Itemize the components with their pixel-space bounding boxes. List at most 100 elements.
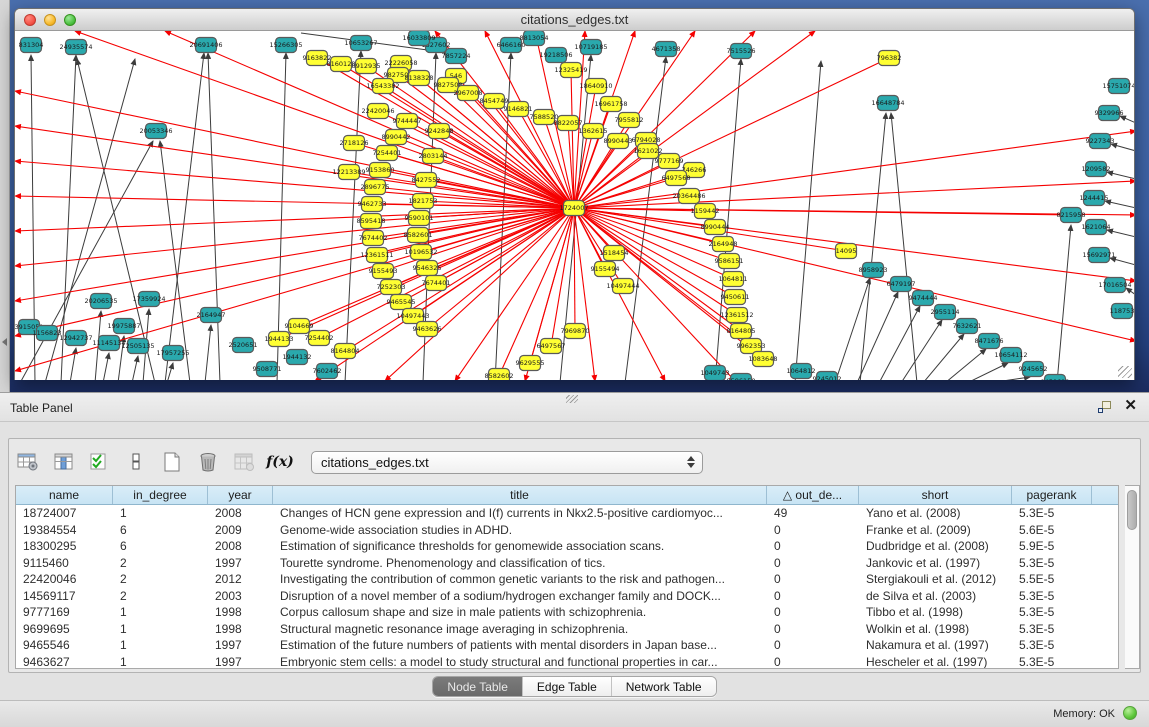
network-node[interactable]: 19218506 bbox=[539, 48, 572, 63]
table-row[interactable]: 1830029562008Estimation of significance … bbox=[16, 538, 1118, 555]
table-row[interactable]: 1872400712008Changes of HCN gene express… bbox=[16, 505, 1118, 522]
column-header-short[interactable]: short bbox=[859, 486, 1012, 504]
network-node[interactable]: 6497568 bbox=[662, 171, 691, 186]
network-node[interactable]: 9590101 bbox=[405, 211, 434, 226]
splitter-handle[interactable] bbox=[566, 395, 578, 403]
network-node[interactable]: 9744447 bbox=[393, 114, 422, 129]
network-node[interactable]: 2520651 bbox=[229, 338, 258, 353]
scrollbar-thumb[interactable] bbox=[1127, 490, 1137, 530]
tab-node-table[interactable]: Node Table bbox=[433, 677, 523, 696]
network-node[interactable]: 9450612 bbox=[1041, 375, 1070, 381]
network-node[interactable]: 7602462 bbox=[313, 364, 342, 379]
network-node[interactable]: 9508771 bbox=[253, 362, 282, 377]
table-selector-dropdown[interactable]: citations_edges.txt bbox=[311, 451, 703, 474]
network-node[interactable]: 16648784 bbox=[871, 96, 904, 111]
column-header-in_degree[interactable]: in_degree bbox=[113, 486, 208, 504]
network-node[interactable]: 8582602 bbox=[485, 369, 514, 381]
network-node[interactable]: 12942737 bbox=[59, 331, 92, 346]
network-node[interactable]: 8990444 bbox=[701, 220, 730, 235]
table-row[interactable]: 1938455462009Genome-wide association stu… bbox=[16, 522, 1118, 539]
network-node[interactable]: 9227343 bbox=[1086, 134, 1115, 149]
table-row[interactable]: 946554611997Estimation of the future num… bbox=[16, 637, 1118, 654]
table-row[interactable]: 969969511998Structural magnetic resonanc… bbox=[16, 621, 1118, 638]
network-node[interactable]: 18640910 bbox=[579, 79, 612, 94]
network-node[interactable]: 9462733 bbox=[358, 197, 387, 212]
network-node[interactable]: 9629555 bbox=[516, 356, 545, 371]
table-row[interactable]: 1456911722003Disruption of a novel membe… bbox=[16, 588, 1118, 605]
delete-table-icon[interactable] bbox=[195, 449, 221, 475]
network-node[interactable]: 10653267 bbox=[344, 36, 377, 51]
network-node[interactable]: 1518454 bbox=[600, 246, 629, 261]
network-node[interactable]: 8582601 bbox=[404, 228, 433, 243]
network-node[interactable]: 12213389 bbox=[332, 165, 365, 180]
network-node[interactable]: 8595418 bbox=[357, 214, 386, 229]
network-node[interactable]: 118753 bbox=[1110, 304, 1134, 319]
network-node[interactable]: 2955114 bbox=[931, 305, 960, 320]
network-node[interactable]: 1049743 bbox=[701, 366, 730, 381]
network-node[interactable]: 1083648 bbox=[749, 352, 778, 367]
network-node[interactable]: 10497444 bbox=[606, 279, 639, 294]
network-node[interactable]: 9146821 bbox=[504, 102, 533, 117]
table-row[interactable]: 911546021997Tourette syndrome. Phenomeno… bbox=[16, 555, 1118, 572]
clear-selection-icon[interactable] bbox=[123, 449, 149, 475]
network-node[interactable]: 9245652 bbox=[1019, 362, 1048, 377]
network-node[interactable]: 1064811 bbox=[719, 272, 748, 287]
network-node[interactable]: 8164804 bbox=[331, 344, 360, 359]
network-node[interactable]: 2803144 bbox=[419, 149, 448, 164]
network-node[interactable]: 14095 bbox=[836, 244, 857, 259]
network-node[interactable]: 7632621 bbox=[953, 319, 982, 334]
network-node[interactable]: 2718126 bbox=[340, 136, 369, 151]
network-node[interactable]: 2164947 bbox=[197, 308, 226, 323]
tab-edge-table[interactable]: Edge Table bbox=[523, 677, 612, 696]
network-node[interactable]: 20691406 bbox=[189, 38, 222, 53]
network-node[interactable]: 7674401 bbox=[422, 276, 451, 291]
network-node[interactable]: 8990442 bbox=[382, 130, 411, 145]
function-builder-icon[interactable]: f(x) bbox=[267, 449, 293, 475]
network-node[interactable]: 9155493 bbox=[369, 264, 398, 279]
tab-network-table[interactable]: Network Table bbox=[612, 677, 716, 696]
network-node[interactable]: 15751074 bbox=[1102, 79, 1134, 94]
network-node[interactable]: 9104669 bbox=[285, 319, 314, 334]
network-node[interactable]: 8990443 bbox=[604, 134, 633, 149]
network-node[interactable]: 9450611 bbox=[721, 290, 750, 305]
network-node[interactable]: 1209582 bbox=[1082, 162, 1111, 177]
float-panel-icon[interactable] bbox=[1098, 401, 1111, 413]
new-table-icon[interactable] bbox=[159, 449, 185, 475]
import-table-icon[interactable] bbox=[231, 449, 257, 475]
network-node[interactable]: 2896775 bbox=[361, 180, 390, 195]
network-node[interactable]: 9586151 bbox=[715, 254, 744, 269]
network-hub-node[interactable]: 1724007 bbox=[560, 201, 589, 216]
column-header-year[interactable]: year bbox=[208, 486, 273, 504]
network-node[interactable]: 1064812 bbox=[787, 364, 816, 379]
table-row[interactable]: 946362711997Embryonic stem cells: a mode… bbox=[16, 654, 1118, 669]
network-node[interactable]: 9329966 bbox=[1095, 106, 1124, 121]
column-settings-icon[interactable] bbox=[51, 449, 77, 475]
network-node[interactable]: 8138328 bbox=[405, 71, 434, 86]
network-node[interactable]: 8427552 bbox=[412, 173, 441, 188]
network-node[interactable]: 16961758 bbox=[594, 97, 627, 112]
network-node[interactable]: 10719185 bbox=[574, 40, 607, 55]
network-node[interactable]: 19975887 bbox=[107, 319, 140, 334]
network-canvas[interactable]: 8313042493557420691406152663051065326715… bbox=[15, 31, 1134, 380]
network-node[interactable]: 7674402 bbox=[359, 231, 388, 246]
network-node[interactable]: 9153860 bbox=[366, 163, 395, 178]
network-node[interactable]: 1621064 bbox=[1082, 220, 1111, 235]
close-panel-icon[interactable]: ✕ bbox=[1124, 398, 1137, 414]
network-node[interactable]: 9465545 bbox=[387, 295, 416, 310]
network-node[interactable]: 9155494 bbox=[591, 262, 620, 277]
column-header-out_de[interactable]: △ out_de... bbox=[767, 486, 859, 504]
network-node[interactable]: 12505135 bbox=[121, 339, 154, 354]
network-node[interactable]: 10654112 bbox=[994, 348, 1027, 363]
network-node[interactable]: 15692971 bbox=[1082, 248, 1115, 263]
network-node[interactable]: 9245012 bbox=[813, 372, 842, 381]
network-node[interactable]: 6479197 bbox=[887, 277, 916, 292]
table-row[interactable]: 2242004622012Investigating the contribut… bbox=[16, 571, 1118, 588]
network-node[interactable]: 796382 bbox=[877, 51, 902, 66]
network-window-titlebar[interactable]: citations_edges.txt bbox=[15, 9, 1134, 31]
network-node[interactable]: 8215958 bbox=[1057, 208, 1086, 223]
network-node[interactable]: 2967008 bbox=[454, 86, 483, 101]
network-node[interactable]: 1244415 bbox=[1080, 191, 1109, 206]
network-node[interactable]: 6497567 bbox=[537, 339, 566, 354]
network-node[interactable]: 1944132 bbox=[283, 350, 312, 365]
column-header-title[interactable]: title bbox=[273, 486, 767, 504]
